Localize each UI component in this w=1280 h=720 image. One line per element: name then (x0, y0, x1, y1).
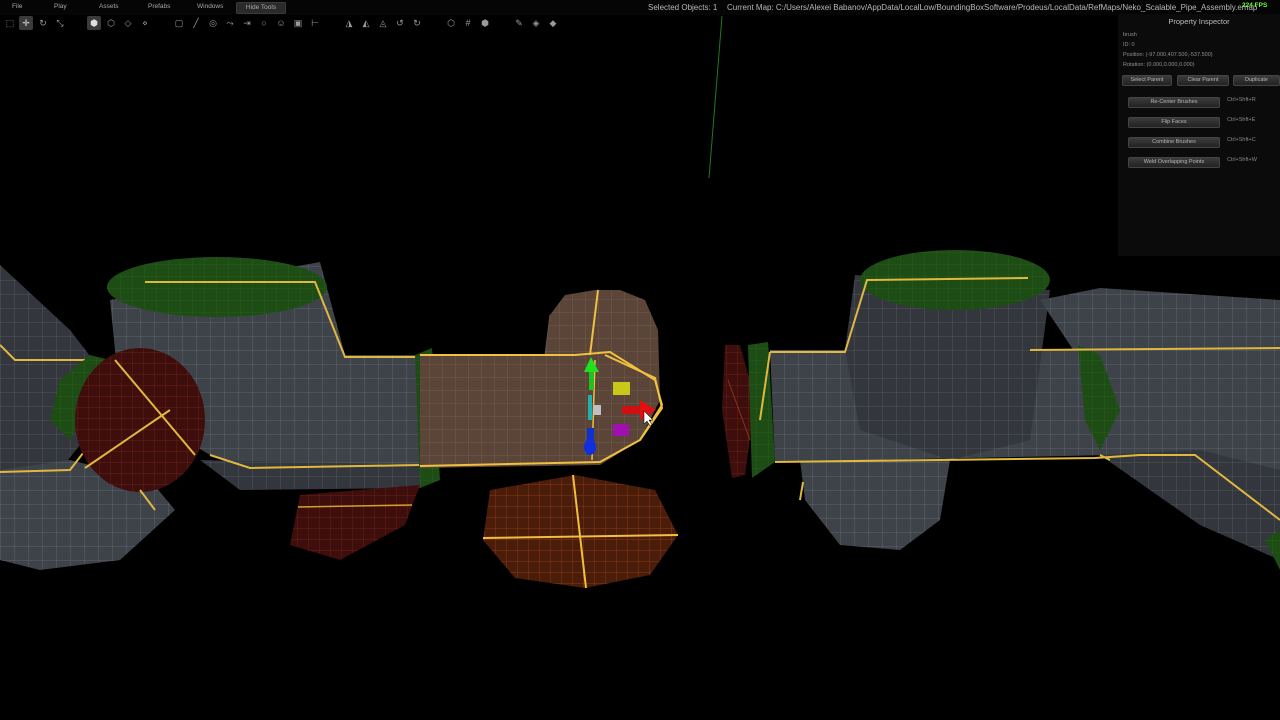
scale-icon[interactable]: ⤡ (53, 16, 67, 30)
cylinder-tool-icon[interactable]: ◎ (206, 16, 220, 30)
gizmo-y-axis (589, 370, 594, 390)
duplicate-button[interactable]: Duplicate (1233, 75, 1280, 86)
mirror-z-icon[interactable]: ◬ (376, 16, 390, 30)
rotate-icon[interactable]: ↻ (36, 16, 50, 30)
selected-objects-status: Selected Objects: 1 (648, 3, 718, 12)
left-pipe-assembly (0, 257, 440, 570)
inspector-title: Property Inspector (1168, 17, 1230, 26)
red-cap-face (75, 348, 205, 492)
fill-icon[interactable]: ◆ (546, 16, 560, 30)
re-center-shortcut: Ctrl+Shft+R (1227, 97, 1256, 103)
box-tool-icon[interactable]: ▢ (172, 16, 186, 30)
object-name: brush (1123, 32, 1137, 38)
current-map-status: Current Map: C:/Users/Alexei Babanov/App… (727, 3, 1258, 12)
cube-icon[interactable]: ⬡ (444, 16, 458, 30)
move-icon[interactable]: ✛ (19, 16, 33, 30)
grid-icon[interactable]: # (461, 16, 475, 30)
mirror-x-icon[interactable]: ◮ (342, 16, 356, 30)
menu-bar: File Play Assets Prefabs Windows Hide To… (0, 0, 1280, 15)
wireframe-icon[interactable]: ◇ (121, 16, 135, 30)
weld-overlapping-points-button[interactable]: Weld Overlapping Points (1128, 157, 1220, 168)
axis-guide-line (708, 15, 723, 179)
rotate-left-icon[interactable]: ↺ (393, 16, 407, 30)
vertex-view-icon[interactable]: ⋄ (138, 16, 152, 30)
combine-brushes-button[interactable]: Combine Brushes (1128, 137, 1220, 148)
gizmo-yz-plane (588, 395, 592, 420)
select-parent-button[interactable]: Select Parent (1122, 75, 1172, 86)
selected-brush (419, 289, 679, 589)
object-rotation: Rotation: (0.000,0.000,0.000) (1123, 62, 1195, 68)
gizmo-center (593, 405, 601, 415)
object-position: Position: (-97.000,407.500,-537.500) (1123, 52, 1213, 58)
eyedropper-icon[interactable]: ✎ (512, 16, 526, 30)
viewport-3d[interactable] (0, 0, 1280, 720)
sphere-tool-icon[interactable]: ○ (257, 16, 271, 30)
menu-assets[interactable]: Assets (99, 3, 119, 10)
line-tool-icon[interactable]: ╱ (189, 16, 203, 30)
paint-bucket-icon[interactable]: ◈ (529, 16, 543, 30)
menu-windows[interactable]: Windows (197, 3, 223, 10)
gizmo-xz-plane (613, 424, 629, 436)
fps-counter: 224 FPS (1242, 2, 1268, 9)
flip-faces-button[interactable]: Flip Faces (1128, 117, 1220, 128)
menu-play[interactable]: Play (54, 3, 67, 10)
gizmo-xy-plane (613, 382, 630, 395)
object-id: ID: 0 (1123, 42, 1135, 48)
combine-brushes-shortcut: Ctrl+Shft+C (1227, 137, 1256, 143)
flip-faces-shortcut: Ctrl+Shft+E (1227, 117, 1256, 123)
texture-tool-icon[interactable]: ▣ (291, 16, 305, 30)
weld-shortcut: Ctrl+Shft+W (1227, 157, 1257, 163)
mirror-y-icon[interactable]: ◭ (359, 16, 373, 30)
shaded-view-icon[interactable]: ⬡ (104, 16, 118, 30)
select-icon[interactable]: ⬚ (3, 16, 17, 30)
menu-file[interactable]: File (12, 3, 22, 10)
measure-icon[interactable]: ⊢ (308, 16, 322, 30)
clip-tool-icon[interactable]: ⇥ (240, 16, 254, 30)
right-pipe-assembly (722, 250, 1280, 570)
menu-prefabs[interactable]: Prefabs (148, 3, 170, 10)
rotate-right-icon[interactable]: ↻ (410, 16, 424, 30)
solid-view-icon[interactable]: ⬢ (87, 16, 101, 30)
hide-tools-button[interactable]: Hide Tools (236, 2, 286, 14)
snap-icon[interactable]: ⬢ (478, 16, 492, 30)
toolbar: ⬚ ✛ ↻ ⤡ ⬢ ⬡ ◇ ⋄ ▢ ╱ ◎ ⤳ ⇥ ○ ☺ ▣ ⊢ ◮ ◭ ◬ … (0, 16, 600, 32)
property-inspector: Property Inspector brush ID: 0 Position:… (1118, 14, 1280, 256)
face-tool-icon[interactable]: ☺ (274, 16, 288, 30)
path-tool-icon[interactable]: ⤳ (223, 16, 237, 30)
clear-parent-button[interactable]: Clear Parent (1177, 75, 1229, 86)
re-center-brushes-button[interactable]: Re-Center Brushes (1128, 97, 1220, 108)
